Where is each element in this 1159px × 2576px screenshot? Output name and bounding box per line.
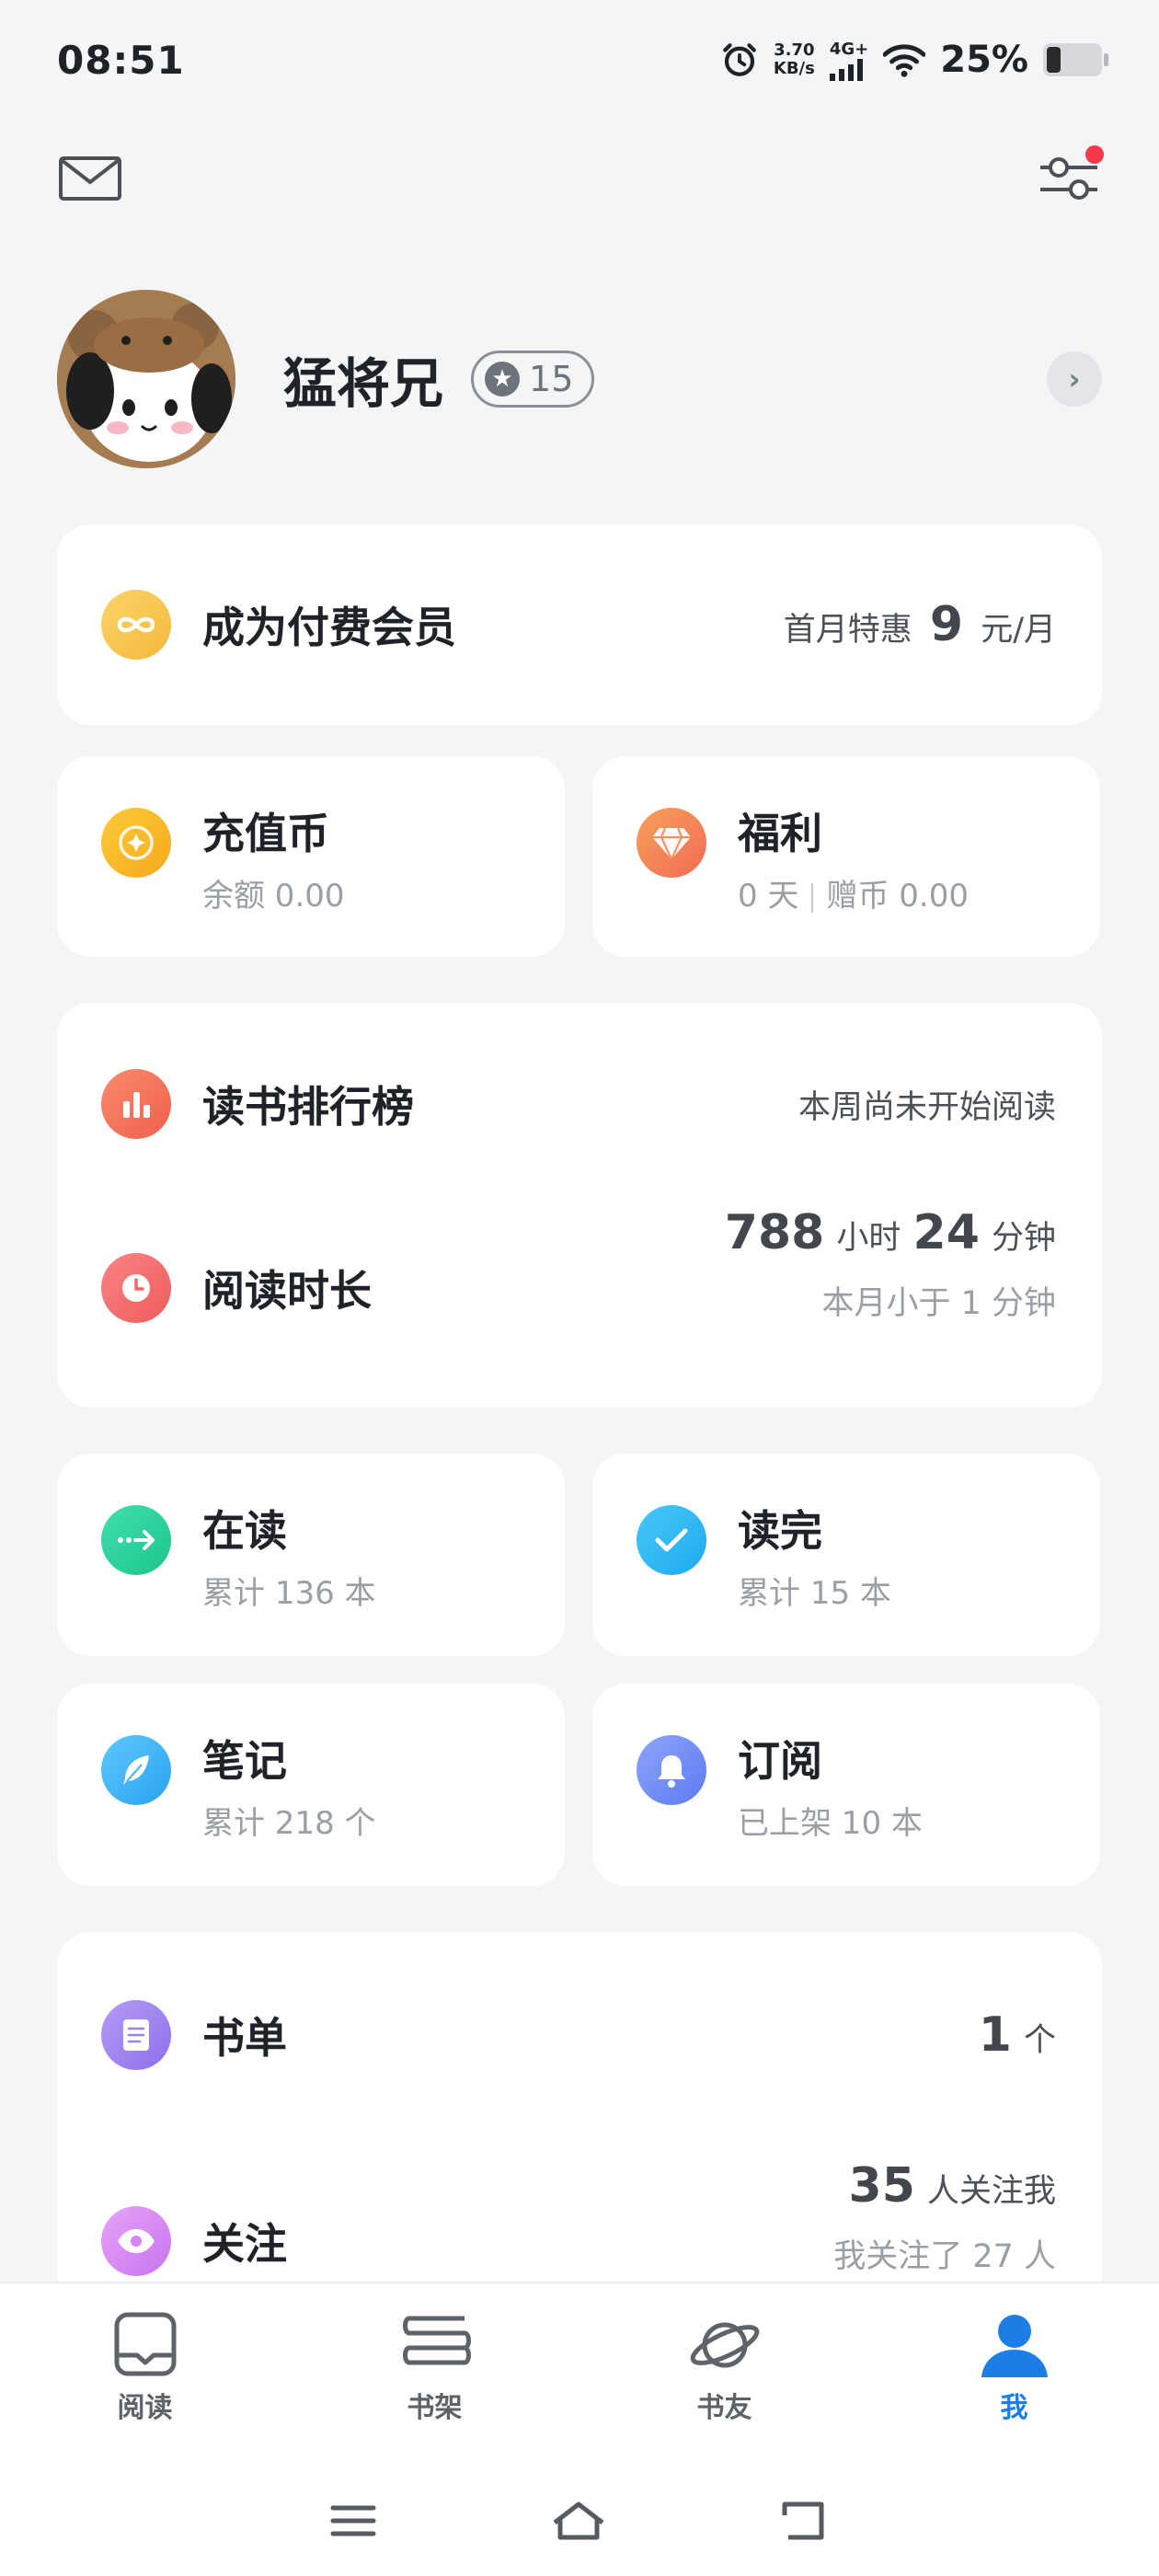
bell-icon xyxy=(637,1735,706,1805)
finished-count: 累计 15 本 xyxy=(738,1575,891,1612)
reading-time-total: 788 小时 24 分钟 xyxy=(724,1205,1056,1260)
star-icon: ★ xyxy=(485,362,521,397)
mail-icon xyxy=(59,156,121,201)
membership-promo: 首月特惠 9 元/月 xyxy=(783,597,1056,652)
nav-shelf[interactable]: 书架 xyxy=(343,2311,527,2425)
mail-button[interactable] xyxy=(53,142,127,215)
booklist-row[interactable]: 书单 1 个 xyxy=(101,2000,1056,2070)
reading-title: 在读 xyxy=(202,1506,287,1556)
book-open-icon xyxy=(114,2312,176,2376)
clock-icon xyxy=(101,1252,171,1323)
status-indicators: 3.70 KB/s 4G+ 25% xyxy=(720,39,1108,81)
nav-me[interactable]: 我 xyxy=(923,2311,1107,2425)
username: 猛将兄 xyxy=(283,352,444,415)
notes-count: 累计 218 个 xyxy=(202,1805,376,1842)
settings-button[interactable] xyxy=(1032,142,1106,215)
home-icon[interactable] xyxy=(551,2501,606,2541)
subscribe-card[interactable]: 订阅 已上架 10 本 xyxy=(592,1684,1100,1886)
reading-time-month: 本月小于 1 分钟 xyxy=(821,1285,1056,1322)
avatar[interactable] xyxy=(57,290,235,468)
arrow-right-icon xyxy=(101,1505,171,1575)
membership-title: 成为付费会员 xyxy=(202,603,456,652)
chevron-right-icon[interactable]: › xyxy=(1047,351,1102,407)
ranking-title: 读书排行榜 xyxy=(202,1082,414,1132)
planet-icon xyxy=(690,2322,759,2368)
welfare-card[interactable]: 福利 0 天赠币 0.00 xyxy=(592,756,1100,957)
ranking-status: 本周尚未开始阅读 xyxy=(798,1088,1056,1126)
status-time: 08:51 xyxy=(57,37,185,83)
subscribe-count: 已上架 10 本 xyxy=(738,1805,923,1842)
following-count: 我关注了 27 人 xyxy=(833,2238,1056,2275)
membership-card[interactable]: 成为付费会员 首月特惠 9 元/月 xyxy=(57,524,1102,725)
menu-icon[interactable] xyxy=(330,2502,376,2539)
reading-time-title: 阅读时长 xyxy=(202,1265,372,1316)
eye-icon xyxy=(101,2205,171,2276)
bookshelf-icon xyxy=(402,2316,471,2365)
cell-signal-icon: 4G+ xyxy=(829,40,868,81)
coin-icon xyxy=(101,808,171,878)
follow-title: 关注 xyxy=(202,2218,287,2269)
back-icon[interactable] xyxy=(781,2501,829,2541)
coins-title: 充值币 xyxy=(202,809,329,858)
finished-card[interactable]: 读完 累计 15 本 xyxy=(592,1454,1100,1656)
system-nav-bar xyxy=(0,2466,1159,2576)
reading-count: 累计 136 本 xyxy=(202,1575,376,1612)
coins-card[interactable]: 充值币 余额 0.00 xyxy=(57,756,565,957)
finished-title: 读完 xyxy=(738,1506,822,1556)
welfare-detail: 0 天赠币 0.00 xyxy=(738,878,969,914)
ranking-row[interactable]: 读书排行榜 本周尚未开始阅读 xyxy=(101,1069,1056,1139)
user-icon xyxy=(981,2315,1048,2377)
status-bar: 08:51 3.70 KB/s 4G+ 25% xyxy=(0,0,1159,120)
reading-card[interactable]: 在读 累计 136 本 xyxy=(57,1454,565,1656)
notes-card[interactable]: 笔记 累计 218 个 xyxy=(57,1684,565,1886)
nav-read[interactable]: 阅读 xyxy=(53,2311,237,2425)
wifi-icon xyxy=(883,44,926,77)
list-icon xyxy=(101,2000,171,2070)
subscribe-title: 订阅 xyxy=(738,1736,822,1786)
level-badge: ★ 15 xyxy=(471,351,595,408)
profile-header[interactable]: 猛将兄 ★ 15 › xyxy=(57,287,1102,471)
nav-friends[interactable]: 书友 xyxy=(633,2311,817,2425)
bar-chart-icon xyxy=(101,1069,171,1139)
booklist-title: 书单 xyxy=(202,2013,287,2063)
check-icon xyxy=(637,1505,706,1575)
follow-row[interactable]: 关注 35 人关注我 我关注了 27 人 xyxy=(101,2158,1056,2277)
alarm-icon xyxy=(723,43,756,76)
battery-icon xyxy=(1043,43,1108,76)
feather-icon xyxy=(101,1735,171,1805)
social-card: 书单 1 个 关注 35 人关注我 我关注了 27 人 xyxy=(57,1932,1102,2337)
infinity-icon xyxy=(101,590,171,660)
notification-dot xyxy=(1085,145,1104,164)
bottom-nav: 阅读 书架 书友 我 xyxy=(0,2282,1159,2466)
top-actions xyxy=(53,138,1106,219)
booklist-count: 1 个 xyxy=(978,2007,1056,2063)
battery-percent: 25% xyxy=(940,39,1028,81)
diamond-icon xyxy=(637,808,706,878)
welfare-title: 福利 xyxy=(738,809,822,858)
notes-title: 笔记 xyxy=(202,1736,287,1786)
reading-stats-card: 读书排行榜 本周尚未开始阅读 阅读时长 788 小时 24 分钟 本月小于 1 … xyxy=(57,1003,1102,1408)
coins-balance: 余额 0.00 xyxy=(202,878,345,914)
reading-time-row[interactable]: 阅读时长 788 小时 24 分钟 本月小于 1 分钟 xyxy=(101,1205,1056,1324)
followers-count: 35 人关注我 xyxy=(848,2158,1056,2214)
network-speed: 3.70 KB/s xyxy=(773,40,815,78)
